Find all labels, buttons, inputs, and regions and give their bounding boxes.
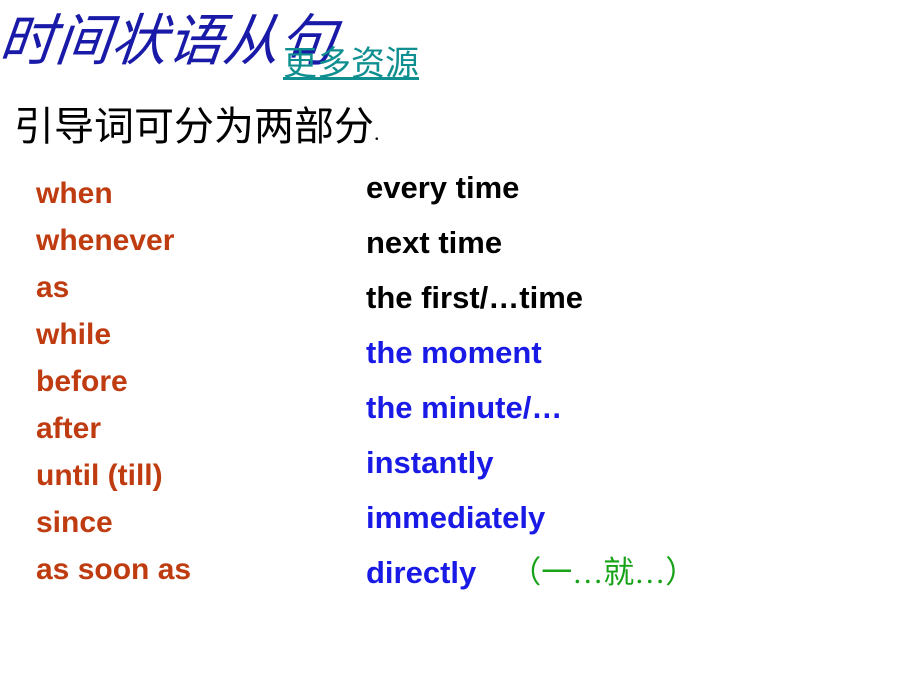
list-item-label: directly [366, 555, 477, 590]
list-item: until (till) [36, 459, 163, 492]
list-item: instantly [366, 445, 494, 480]
list-item: before [36, 365, 128, 398]
list-item: whenever [36, 224, 175, 257]
subtitle-period: . [374, 120, 380, 145]
translation-note: （一…就…） [510, 555, 697, 590]
list-item: every time [366, 170, 520, 205]
slide-canvas: 时间状语从句 更多资源 引导词可分为两部分. when whenever as … [0, 0, 920, 690]
list-item: as [36, 271, 70, 304]
list-item: when [36, 177, 113, 210]
subtitle-text: 引导词可分为两部分. [14, 94, 380, 152]
list-item: after [36, 412, 102, 445]
list-item: immediately [366, 500, 546, 535]
list-item: as soon as [36, 553, 192, 586]
list-item-directly: directly （一…就…） [366, 545, 906, 600]
list-item: the minute/… [366, 390, 563, 425]
list-item: next time [366, 225, 503, 260]
subtitle-label: 引导词可分为两部分 [14, 104, 374, 149]
conjunction-list-right: every time next time the first/…time the… [366, 160, 906, 600]
list-item: while [36, 318, 112, 351]
list-item: since [36, 506, 113, 539]
more-resources-link[interactable]: 更多资源 [283, 36, 419, 85]
conjunction-list-left: when whenever as while before after unti… [36, 170, 356, 593]
list-item: the moment [366, 335, 542, 370]
list-item: the first/…time [366, 280, 584, 315]
